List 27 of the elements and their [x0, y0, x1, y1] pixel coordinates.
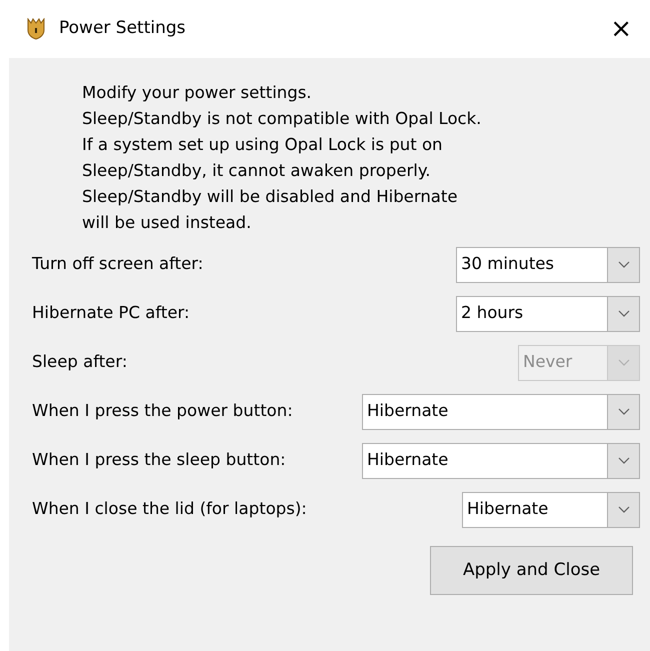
chevron-down-icon [618, 506, 630, 513]
window-title: Power Settings [59, 17, 186, 40]
dropdown[interactable]: Hibernate [362, 442, 640, 478]
setting-label: When I close the lid (for laptops): [32, 498, 307, 520]
chevron-down-icon [618, 408, 630, 415]
setting-label: When I press the sleep button: [32, 449, 286, 472]
setting-label: Sleep after: [32, 351, 128, 374]
close-button[interactable]: × [606, 16, 636, 42]
apply-button[interactable]: Apply and Close [430, 546, 633, 595]
chevron-down-icon [618, 261, 630, 268]
dropdown[interactable]: 2 hours [456, 296, 640, 332]
message-line: Sleep/Standby, it cannot awaken properly. [82, 160, 432, 182]
chevron-down-icon [618, 457, 630, 464]
message-line: Sleep/Standby will be disabled and Hibernate [82, 186, 459, 208]
message-line: Sleep/Standby is not compatible with Opal Lock. [82, 108, 482, 130]
message-line: Modify your power settings. [82, 82, 313, 104]
chevron-down-icon [618, 359, 630, 366]
message-line: will be used instead. [82, 212, 252, 234]
setting-label: Hibernate PC after: [32, 302, 190, 324]
chevron-down-icon [618, 310, 630, 317]
message-line: If a system set up using Opal Lock is put on [82, 134, 444, 156]
dropdown[interactable]: Hibernate [362, 394, 640, 430]
shield-icon [27, 18, 45, 40]
dropdown[interactable]: Hibernate [462, 492, 640, 528]
setting-label: When I press the power button: [32, 400, 293, 422]
dropdown[interactable]: 30 minutes [456, 246, 640, 282]
setting-label: Turn off screen after: [32, 253, 204, 276]
